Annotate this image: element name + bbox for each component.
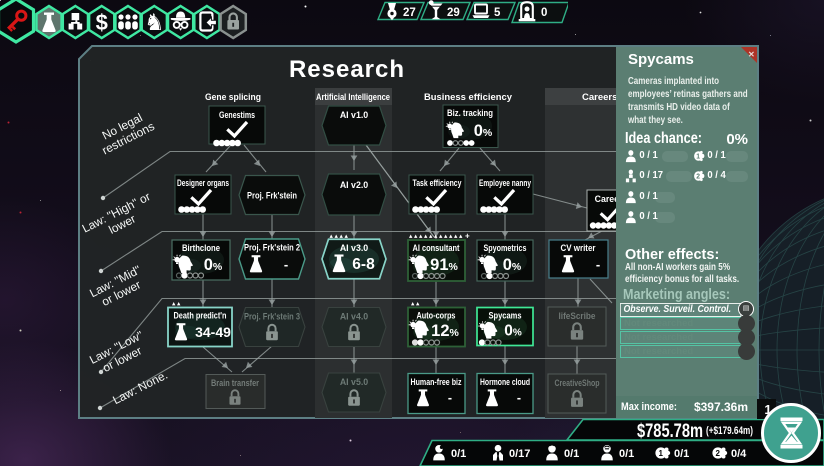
svg-text:Spyometrics: Spyometrics — [484, 243, 527, 253]
svg-text:$785.78m: $785.78m — [637, 420, 703, 442]
svg-text:AI v2.0: AI v2.0 — [340, 180, 368, 190]
svg-text:Gene splicing: Gene splicing — [205, 92, 261, 103]
svg-text:1: 1 — [659, 449, 664, 458]
svg-text:Hormone cloud: Hormone cloud — [480, 377, 530, 387]
svg-text:0/17: 0/17 — [509, 448, 530, 460]
svg-text:Death predict'n: Death predict'n — [174, 311, 227, 321]
svg-text:1: 1 — [696, 152, 700, 160]
svg-text:Proj. Frk'stein: Proj. Frk'stein — [247, 191, 297, 201]
svg-text:Biz. tracking: Biz. tracking — [447, 108, 493, 118]
svg-text:Employee nanny: Employee nanny — [479, 178, 531, 188]
svg-text:(+$179.64m): (+$179.64m) — [706, 425, 753, 437]
svg-text:CV writer: CV writer — [561, 243, 597, 253]
svg-text:Proj. Frk'stein 2: Proj. Frk'stein 2 — [244, 243, 300, 253]
svg-text:AI consultant: AI consultant — [413, 243, 460, 253]
svg-text:lifeScribe: lifeScribe — [559, 311, 596, 321]
svg-text:Brain transfer: Brain transfer — [211, 378, 259, 388]
svg-text:Research: Research — [289, 56, 405, 83]
svg-text:Proj. Frk'stein 3: Proj. Frk'stein 3 — [244, 312, 300, 322]
svg-text:Birthclone: Birthclone — [182, 243, 220, 253]
svg-text:AI v4.0: AI v4.0 — [340, 312, 368, 322]
svg-text:$: $ — [96, 10, 108, 35]
svg-text:AI v1.0: AI v1.0 — [340, 110, 368, 120]
svg-text:0/1: 0/1 — [451, 448, 466, 460]
svg-text:-: - — [284, 257, 288, 272]
svg-text:Designer organs: Designer organs — [177, 178, 229, 188]
svg-text:0/4: 0/4 — [731, 448, 747, 460]
svg-text:Spycams: Spycams — [489, 311, 522, 321]
svg-text:6-8: 6-8 — [352, 256, 375, 273]
svg-text:Auto-corps: Auto-corps — [417, 311, 456, 321]
svg-text:-: - — [596, 257, 600, 272]
svg-text:CreativeShop: CreativeShop — [555, 378, 600, 388]
svg-text:Genestims: Genestims — [219, 110, 255, 120]
svg-text:2: 2 — [696, 172, 700, 180]
svg-text:Artificial Intelligence: Artificial Intelligence — [316, 92, 390, 102]
svg-text:AI v3.0: AI v3.0 — [340, 243, 368, 253]
svg-text:0/1: 0/1 — [619, 448, 634, 460]
svg-text:0: 0 — [541, 7, 547, 19]
svg-text:5: 5 — [494, 7, 501, 19]
svg-text:♞: ♞ — [144, 9, 165, 35]
svg-text:27: 27 — [403, 7, 416, 19]
svg-text:Business efficiency: Business efficiency — [424, 92, 513, 103]
svg-text:29: 29 — [447, 7, 460, 19]
svg-text:34-49: 34-49 — [195, 324, 231, 340]
svg-text:2: 2 — [716, 449, 721, 458]
svg-text:Human-free biz: Human-free biz — [411, 377, 462, 387]
svg-text:0/1: 0/1 — [564, 448, 579, 460]
svg-text:0/1: 0/1 — [674, 448, 689, 460]
svg-text:AI v5.0: AI v5.0 — [340, 377, 368, 387]
svg-text:Task efficiency: Task efficiency — [413, 178, 462, 188]
